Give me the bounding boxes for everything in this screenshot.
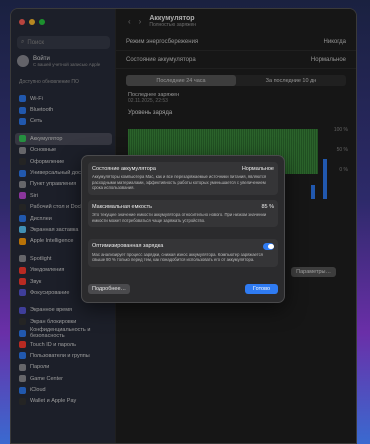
- max-capacity-section: Максимальная емкость 85 % Это текущее зн…: [88, 200, 278, 228]
- max-capacity-desc: Это текущее значение емкости аккумулятор…: [92, 212, 267, 223]
- optimized-charging-title: Оптимизированная зарядка: [92, 243, 164, 249]
- battery-state-section: Состояние аккумулятора Нормальное Аккуму…: [88, 162, 278, 195]
- max-capacity-title: Максимальная емкость: [92, 204, 153, 210]
- optimized-charging-desc: Mac анализирует процесс зарядки, снижая …: [92, 251, 263, 263]
- battery-state-title: Состояние аккумулятора: [92, 166, 156, 172]
- optimized-charging-toggle[interactable]: [263, 243, 274, 250]
- battery-state-desc: Аккумуляторы компьютера Mac, как и все п…: [92, 174, 267, 191]
- done-button[interactable]: Готово: [245, 284, 278, 294]
- battery-health-dialog: Состояние аккумулятора Нормальное Аккуму…: [81, 155, 285, 303]
- optimized-charging-section: Оптимизированная зарядка Mac анализирует…: [88, 239, 278, 267]
- battery-state-value: Нормальное: [241, 166, 274, 172]
- more-info-button[interactable]: Подробнее…: [88, 284, 131, 294]
- max-capacity-value: 85 %: [261, 204, 274, 210]
